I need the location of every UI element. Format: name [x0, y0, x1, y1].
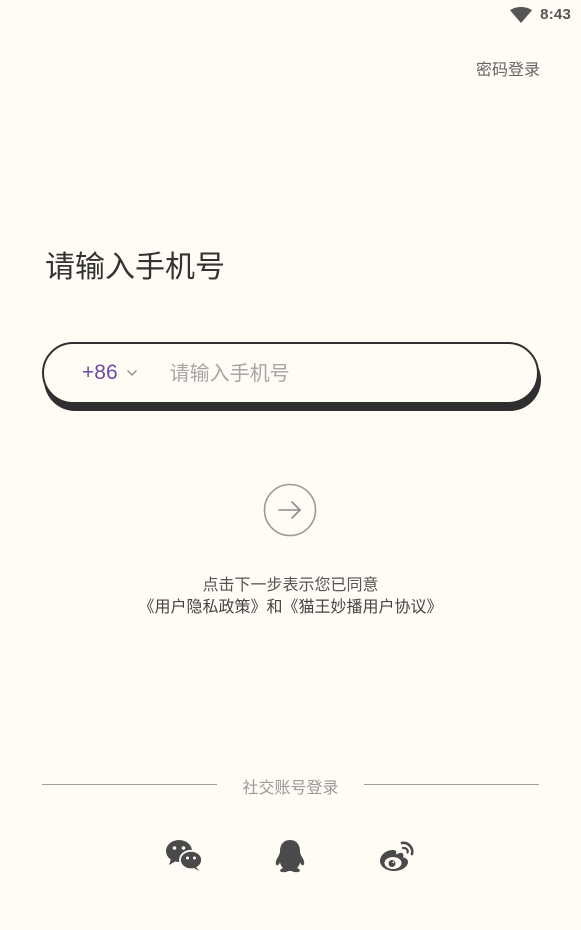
- phone-input-container: +86: [42, 342, 541, 412]
- arrow-right-circle-icon: [263, 483, 317, 537]
- agreement-line1: 点击下一步表示您已同意: [202, 575, 379, 594]
- status-bar: 8:43: [0, 0, 581, 32]
- next-button[interactable]: [263, 483, 317, 537]
- social-login-divider: 社交账号登录: [42, 774, 539, 797]
- user-agreement-link[interactable]: 《猫王妙播用户协议》: [283, 597, 443, 616]
- social-login-label: 社交账号登录: [242, 778, 339, 797]
- phone-number-input[interactable]: [167, 360, 472, 386]
- agreement-connector: 和: [266, 597, 283, 616]
- agreement-text: 点击下一步表示您已同意 《用户隐私政策》和《猫王妙播用户协议》: [0, 574, 581, 618]
- divider-line-right: [364, 784, 539, 785]
- weibo-login-button[interactable]: [378, 838, 416, 874]
- privacy-policy-link[interactable]: 《用户隐私政策》: [138, 597, 266, 616]
- weibo-icon: [380, 841, 414, 871]
- qq-login-button[interactable]: [272, 838, 310, 874]
- qq-icon: [275, 840, 305, 873]
- country-code-label: +86: [82, 361, 118, 384]
- agreement-line2: 《用户隐私政策》和《猫王妙播用户协议》: [0, 596, 581, 618]
- country-code-selector[interactable]: +86: [82, 361, 138, 385]
- wifi-icon: [510, 6, 533, 23]
- wechat-login-button[interactable]: [165, 838, 203, 874]
- status-time: 8:43: [540, 6, 571, 23]
- status-bar-right: 8:43: [510, 6, 571, 23]
- wechat-icon: [166, 840, 203, 871]
- password-login-link[interactable]: 密码登录: [476, 56, 540, 80]
- page-title: 请输入手机号: [45, 250, 225, 285]
- chevron-down-icon: [126, 369, 138, 377]
- phone-field: +86: [42, 342, 539, 404]
